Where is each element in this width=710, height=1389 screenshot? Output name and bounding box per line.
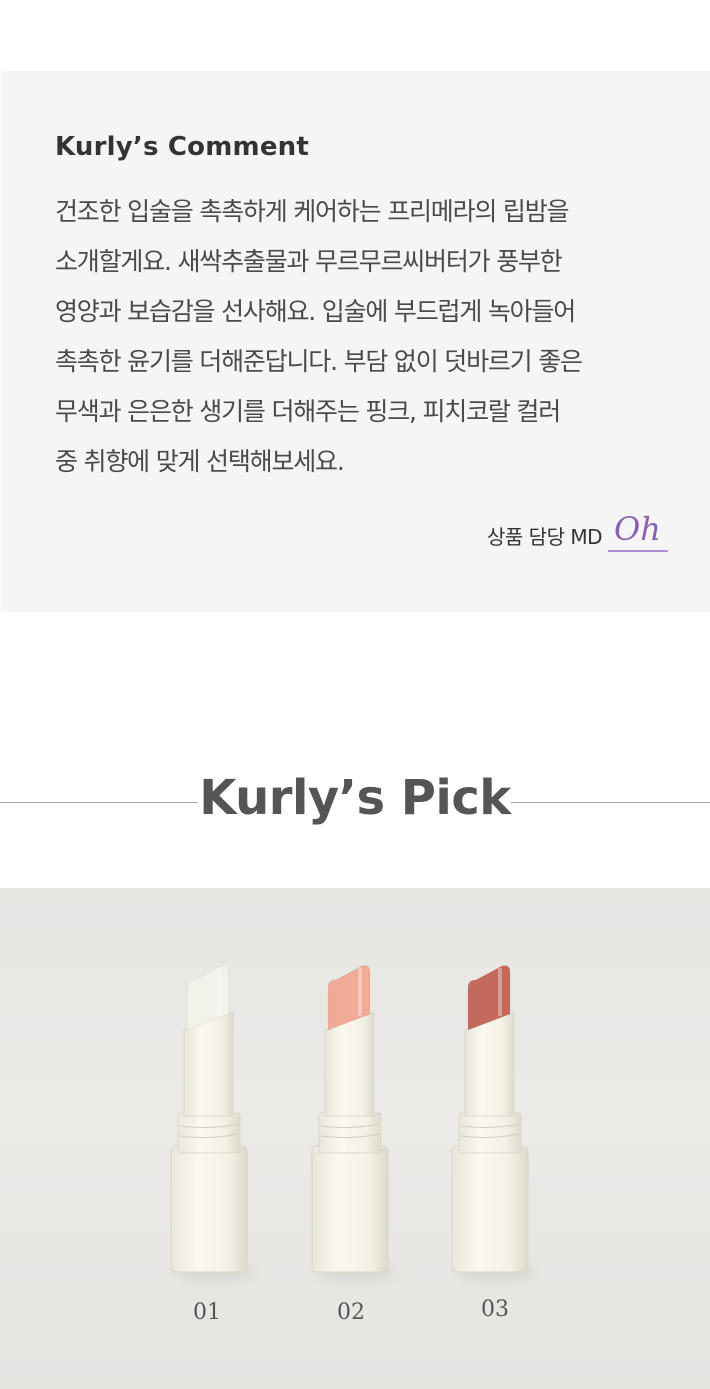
lip-balm-03 [451,965,536,1280]
divider-right [511,802,710,803]
pick-title: Kurly’s Pick [199,770,511,826]
comment-line: 촉촉한 윤기를 더해준답니다. 부담 없이 덧바르기 좋은 [55,347,583,376]
comment-line: 무색과 은은한 생기를 더해주는 핑크, 피치코랄 컬러 [55,397,561,426]
lip-balm-01 [170,965,255,1280]
md-signature: 상품 담당 MD Oh [487,510,668,552]
comment-title: Kurly’s Comment [55,132,309,162]
md-label: 상품 담당 MD [487,525,602,549]
comment-line: 소개할게요. 새싹추출물과 무르무르씨버터가 풍부한 [55,247,563,276]
kurly-pick-header: Kurly’s Pick [0,770,710,840]
product-number: 03 [481,1297,509,1322]
product-photo: 01 02 03 [0,888,710,1389]
comment-body: 건조한 입술을 촉촉하게 케어하는 프리메라의 립밤을 소개할게요. 새싹추출물… [55,190,695,490]
product-number: 02 [337,1300,365,1325]
comment-line: 영양과 보습감을 선사해요. 입술에 부드럽게 녹아들어 [55,297,576,326]
comment-line: 중 취향에 맞게 선택해보세요. [55,447,345,476]
lip-balm-02 [311,965,396,1280]
md-name-signature: Oh [608,510,668,552]
product-number: 01 [193,1300,221,1325]
comment-line: 건조한 입술을 촉촉하게 케어하는 프리메라의 립밤을 [55,197,570,226]
